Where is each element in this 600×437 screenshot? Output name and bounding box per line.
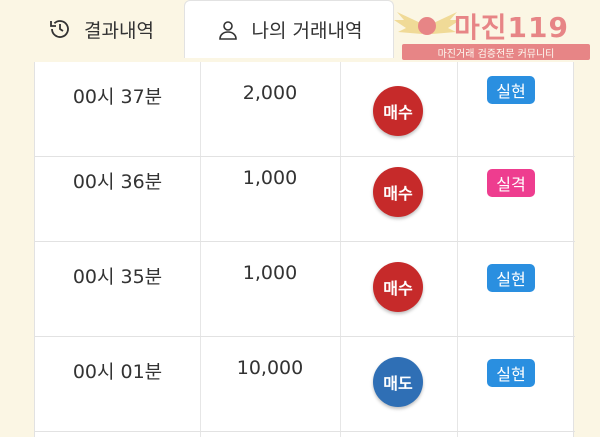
trade-amount: 10,000 [236,357,304,379]
tab-my-history-label: 나의 거래내역 [251,20,363,42]
table-row: 00시 36분 1,000 매수 실격 [35,147,575,242]
user-icon [218,20,237,40]
trade-amount: 2,000 [242,82,298,104]
result-badge: 실격 [487,169,535,197]
wings-icon [394,12,460,35]
trade-time: 00시 36분 [72,171,163,193]
history-icon [50,20,69,38]
watermark-logo: 마진119 마진거래 검증전문 커뮤니티 [392,6,592,62]
result-badge: 실현 [487,359,535,387]
page: 결과내역 나의 거래내역 마진119 마진거래 검증전문 커뮤니티 00시 37… [0,0,600,437]
result-badge: 실현 [487,264,535,292]
trade-time: 00시 01분 [72,361,163,383]
side-buy-badge: 매수 [373,86,423,136]
watermark-title: 마진119 [454,11,569,44]
table-row: 00시 01분 10,000 매도 실현 [35,337,575,432]
tab-results-label: 결과내역 [84,19,154,42]
side-sell-badge: 매도 [373,357,423,407]
tab-my-history[interactable]: 나의 거래내역 [184,0,394,58]
watermark-subtitle: 마진거래 검증전문 커뮤니티 [402,44,590,60]
table-row: 00시 37분 2,000 매수 실현 [35,62,575,157]
trade-time: 00시 37분 [72,86,163,108]
trade-amount: 1,000 [242,262,298,284]
side-buy-badge: 매수 [373,167,423,217]
trade-time: 00시 35분 [72,266,163,288]
trade-table: 00시 37분 2,000 매수 실현 00시 36분 1,000 매수 실격 … [34,62,575,437]
tab-results[interactable]: 결과내역 [10,0,192,58]
result-badge: 실현 [487,76,535,104]
trade-amount: 1,000 [242,167,298,189]
side-buy-badge: 매수 [373,262,423,312]
table-row: 00시 35분 1,000 매수 실현 [35,242,575,337]
